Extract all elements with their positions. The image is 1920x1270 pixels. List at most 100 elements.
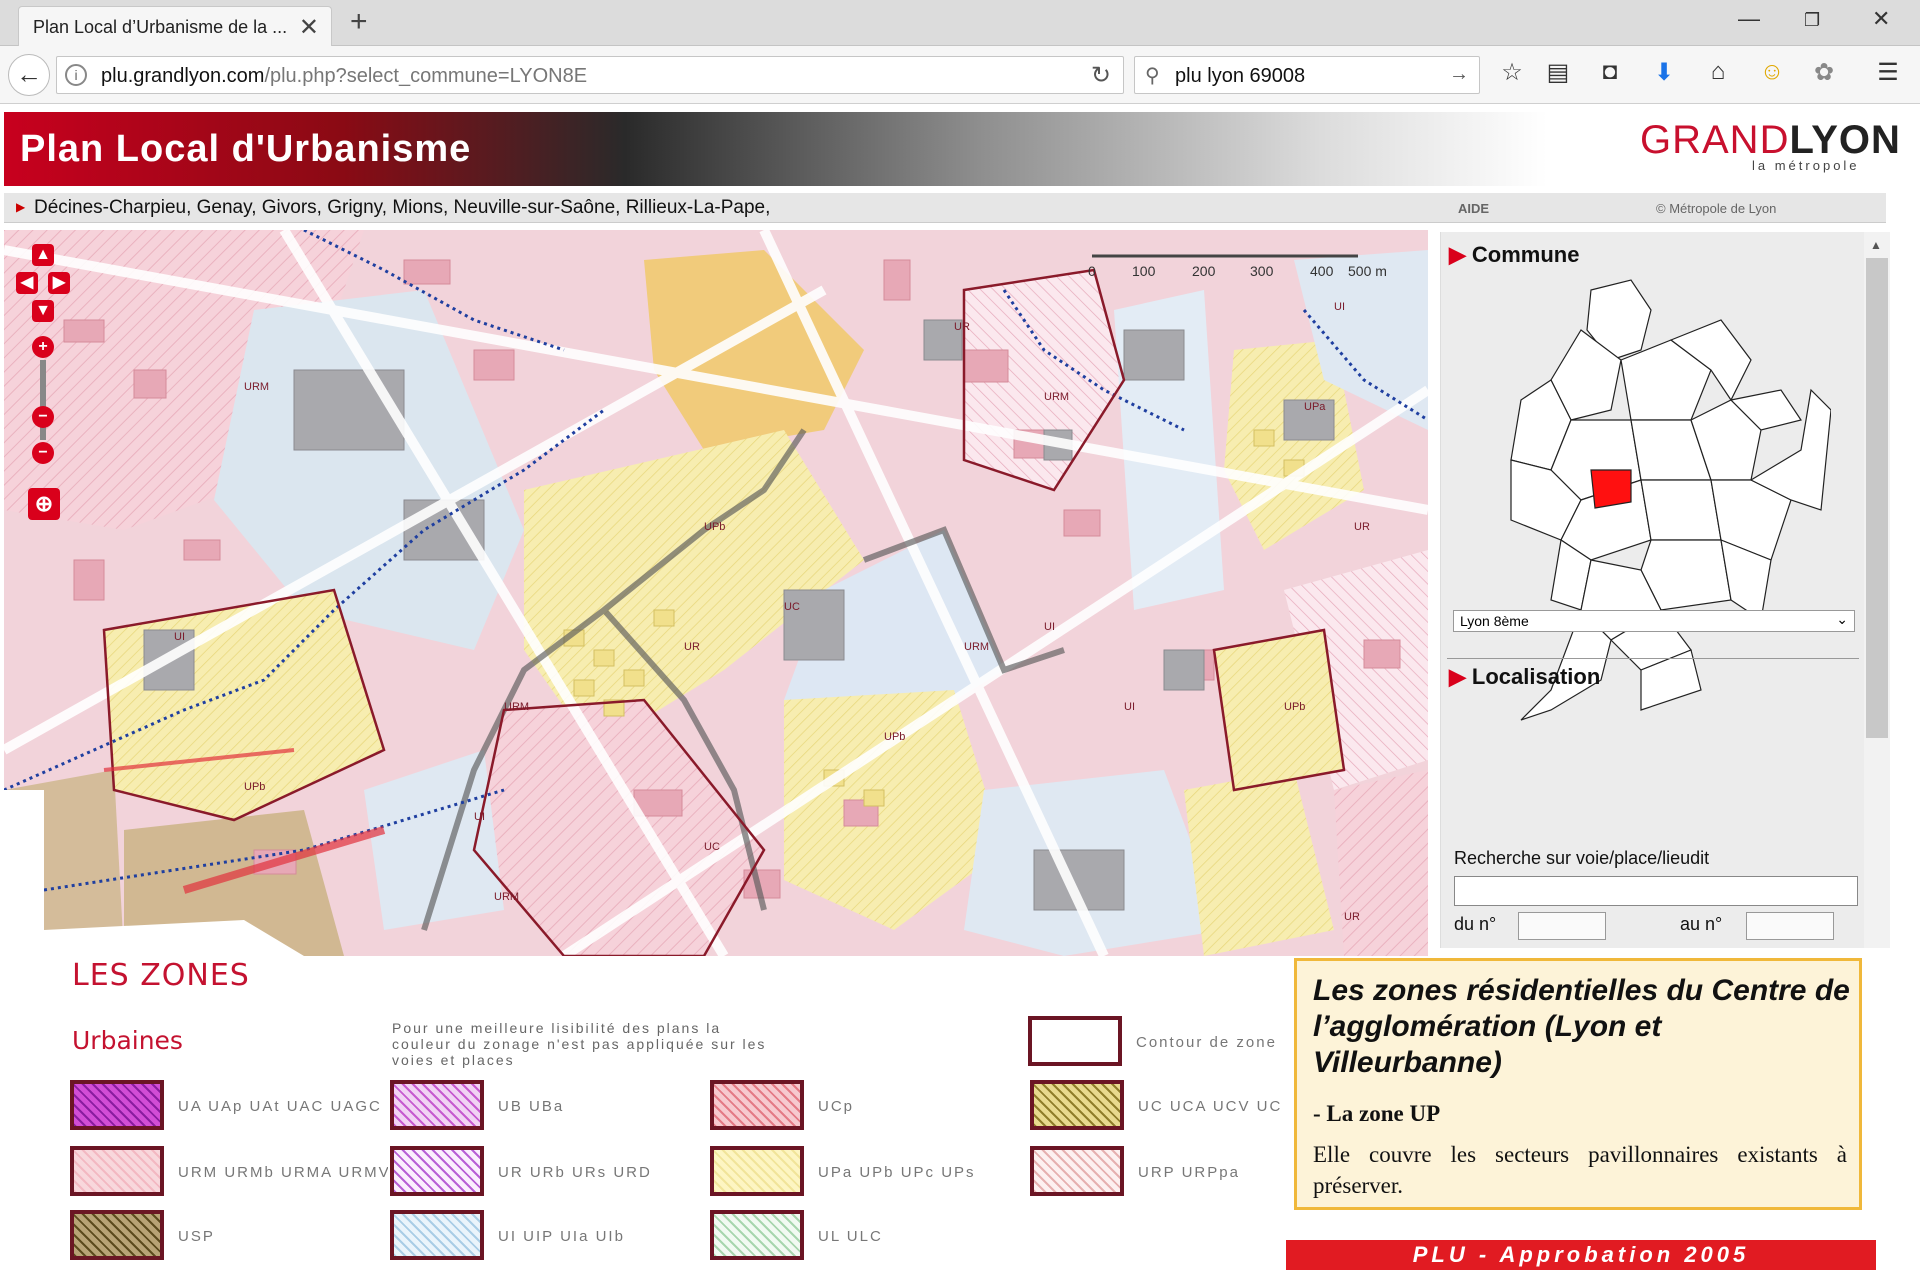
logo-grand: GRAND xyxy=(1640,118,1790,162)
localisation-heading-text: Localisation xyxy=(1471,664,1601,689)
map-zone-label: UI xyxy=(174,631,185,643)
tab-title: Plan Local d’Urbanisme de la ... xyxy=(33,17,288,37)
help-link[interactable]: AIDE xyxy=(1458,201,1489,216)
scale-tick: 500 m xyxy=(1348,263,1387,279)
map-zone-label: UPb xyxy=(1284,701,1305,713)
zone-swatch xyxy=(70,1080,164,1130)
section-arrow-icon: ▶ xyxy=(1449,664,1466,689)
close-tab-icon[interactable]: ✕ xyxy=(299,13,319,42)
minimize-icon[interactable]: — xyxy=(1738,6,1760,32)
map-zone-label: UI xyxy=(474,811,485,823)
to-number-label: au n° xyxy=(1680,914,1723,934)
home-icon[interactable]: ⌂ xyxy=(1702,58,1734,86)
scale-tick: 300 xyxy=(1250,263,1274,279)
zone-label: UC UCA UCV UC xyxy=(1138,1098,1283,1115)
zoom-slider[interactable] xyxy=(40,360,46,440)
zone-swatch xyxy=(390,1080,484,1130)
commune-select-value: Lyon 8ème xyxy=(1460,613,1529,629)
map-zone-label: UI xyxy=(1044,621,1055,633)
zone-swatch xyxy=(390,1146,484,1196)
zone-swatch xyxy=(70,1210,164,1260)
grandlyon-logo[interactable]: GRANDLYON xyxy=(1640,118,1901,163)
tab-bar: Plan Local d’Urbanisme de la ... ✕ + — ❐… xyxy=(0,0,1920,46)
emoji-icon[interactable]: ☺ xyxy=(1756,58,1788,86)
scale-tick: 100 xyxy=(1132,263,1156,279)
to-number-input[interactable] xyxy=(1746,912,1834,940)
communes-ticker: Décines-Charpieu, Genay, Givors, Grigny,… xyxy=(34,197,771,218)
from-number-label: du n° xyxy=(1454,914,1497,934)
section-arrow-icon: ▶ xyxy=(1449,242,1466,267)
commune-heading: ▶ Commune xyxy=(1449,242,1579,268)
map-zone-label: URM xyxy=(494,891,519,903)
address-bar[interactable]: i plu.grandlyon.com/plu.php?select_commu… xyxy=(56,56,1124,94)
download-icon[interactable]: ⬇ xyxy=(1648,58,1680,87)
zoom-level-icon[interactable]: − xyxy=(32,406,54,428)
zone-label: UR URb URs URD xyxy=(498,1164,652,1181)
go-arrow-icon[interactable]: → xyxy=(1449,63,1469,86)
zone-label: UA UAp UAt UAC UAGC xyxy=(178,1098,382,1115)
play-arrow-icon: ▶ xyxy=(16,200,26,214)
zone-label: UB UBa xyxy=(498,1098,565,1115)
street-search-input[interactable] xyxy=(1454,876,1858,906)
url-path: /plu.php?select_commune=LYON8E xyxy=(264,65,588,87)
zone-label: UI UIP UIa UIb xyxy=(498,1228,625,1245)
page-banner: Plan Local d'Urbanisme xyxy=(4,112,1886,186)
browser-tab[interactable]: Plan Local d’Urbanisme de la ... ✕ xyxy=(18,6,332,46)
search-text: plu lyon 69008 xyxy=(1175,65,1306,87)
zone-label: URM URMb URMA URMV xyxy=(178,1164,388,1181)
zoning-map[interactable]: URM UI UR UPb UR UC UI URM UPa UI URM UR… xyxy=(4,230,1428,956)
search-street-label: Recherche sur voie/place/lieudit xyxy=(1454,848,1710,868)
selected-commune[interactable] xyxy=(1590,469,1632,509)
map-zone-label: UPb xyxy=(244,781,265,793)
map-canvas: URM UI UR UPb UR UC UI URM UPa UI URM UR… xyxy=(4,230,1428,956)
map-zone-label: UR xyxy=(1344,911,1360,923)
extension-icon[interactable]: ✿ xyxy=(1808,58,1840,87)
restore-icon[interactable]: ❐ xyxy=(1804,10,1820,31)
zone-swatch xyxy=(710,1146,804,1196)
pan-right-icon[interactable]: ▶ xyxy=(48,272,70,294)
zone-label: UPa UPb UPc UPs xyxy=(818,1164,976,1181)
new-tab-icon[interactable]: + xyxy=(350,5,368,39)
zoom-in-icon[interactable]: + xyxy=(32,336,54,358)
info-box: Les zones résidentielles du Centre de l’… xyxy=(1294,958,1862,1210)
search-icon: ⚲ xyxy=(1145,65,1160,87)
scroll-thumb[interactable] xyxy=(1866,258,1888,738)
localisation-heading: ▶ Localisation xyxy=(1449,664,1600,690)
contour-swatch xyxy=(1028,1016,1122,1066)
search-bar[interactable]: ⚲ plu lyon 69008 → xyxy=(1134,56,1480,94)
approval-banner: PLU - Approbation 2005 xyxy=(1286,1240,1876,1270)
map-zone-label: UPa xyxy=(1304,401,1326,413)
page-title: Plan Local d'Urbanisme xyxy=(20,128,472,170)
zone-label: UL ULC xyxy=(818,1228,883,1245)
zone-label: URP URPpa xyxy=(1138,1164,1240,1181)
pan-down-icon[interactable]: ▼ xyxy=(32,300,54,322)
map-zone-label: UPb xyxy=(884,731,905,743)
map-zone-label: UI xyxy=(1334,301,1345,313)
back-icon[interactable]: ← xyxy=(8,54,50,96)
from-number-input[interactable] xyxy=(1518,912,1606,940)
pocket-icon[interactable]: ◘ xyxy=(1594,58,1626,86)
zoom-out-icon[interactable]: − xyxy=(32,442,54,464)
pan-left-icon[interactable]: ◀ xyxy=(16,272,38,294)
map-zone-label: URM xyxy=(244,381,269,393)
copyright: © Métropole de Lyon xyxy=(1656,201,1777,216)
commune-select[interactable]: Lyon 8ème ⌄ xyxy=(1453,610,1855,632)
pan-up-icon[interactable]: ▲ xyxy=(32,244,54,266)
scroll-up-icon[interactable]: ▲ xyxy=(1870,238,1882,252)
reading-list-icon[interactable]: ▤ xyxy=(1542,58,1574,87)
divider xyxy=(1447,658,1859,659)
map-zone-label: UC xyxy=(704,841,720,853)
nav-bar: ← i plu.grandlyon.com/plu.php?select_com… xyxy=(0,46,1920,104)
close-window-icon[interactable]: ✕ xyxy=(1872,6,1890,32)
info-title: Les zones résidentielles du Centre de l’… xyxy=(1313,974,1850,1079)
globe-icon[interactable]: ⊕ xyxy=(28,488,60,520)
star-icon[interactable]: ☆ xyxy=(1496,58,1528,87)
zone-swatch xyxy=(390,1210,484,1260)
reload-icon[interactable]: ↻ xyxy=(1091,61,1111,90)
scale-bar: 0 100 200 300 400 500 m xyxy=(1088,252,1418,282)
communes-bar: ▶ Décines-Charpieu, Genay, Givors, Grign… xyxy=(4,193,1886,223)
info-icon[interactable]: i xyxy=(65,64,87,86)
map-zone-label: UR xyxy=(1354,521,1370,533)
menu-icon[interactable]: ☰ xyxy=(1872,58,1904,87)
map-zone-label: UPb xyxy=(704,521,725,533)
